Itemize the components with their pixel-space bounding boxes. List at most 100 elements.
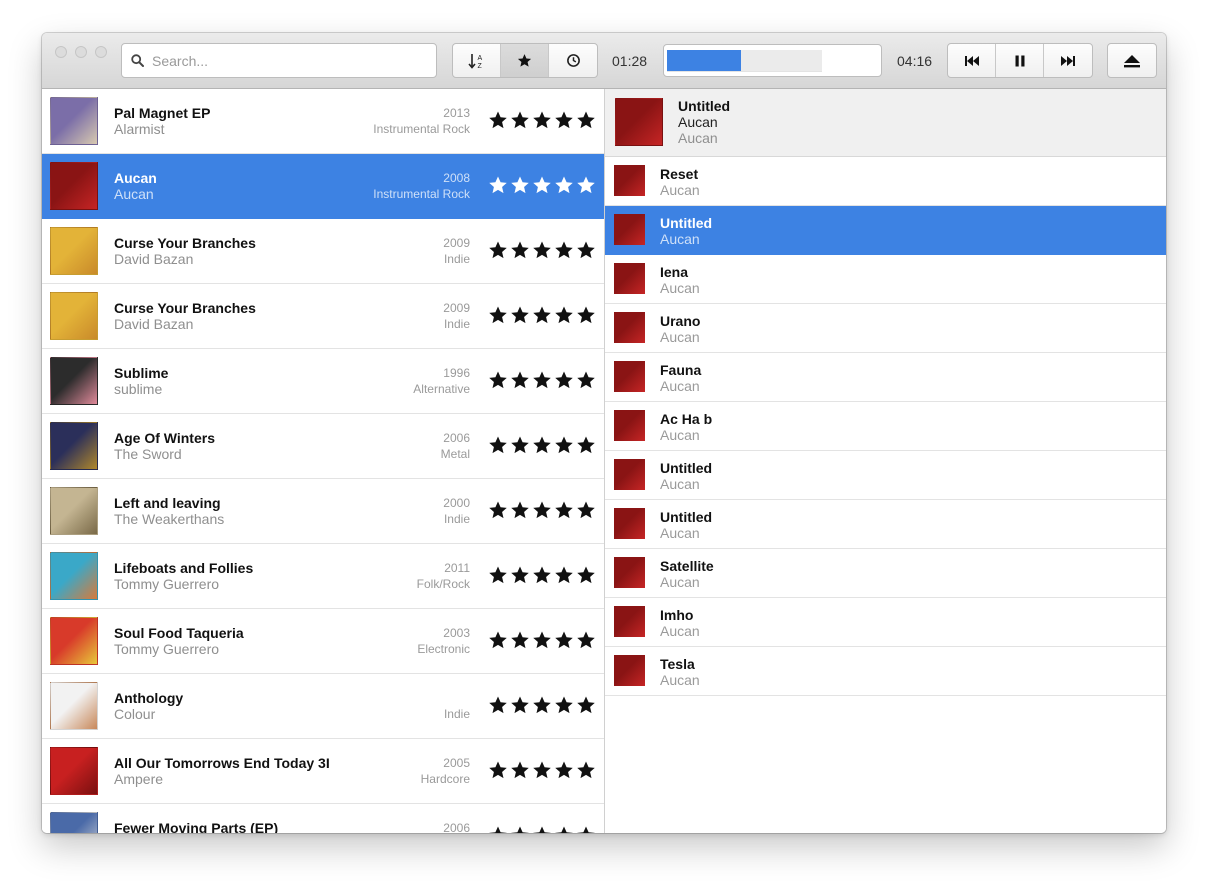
star-icon[interactable]	[532, 630, 552, 650]
track-row[interactable]: Satellite Aucan	[605, 549, 1166, 598]
star-icon[interactable]	[576, 370, 596, 390]
search-input[interactable]	[152, 50, 422, 71]
star-icon[interactable]	[554, 630, 574, 650]
sort-by-name-button[interactable]: A Z	[453, 44, 501, 77]
star-icon[interactable]	[488, 305, 508, 325]
star-icon[interactable]	[576, 175, 596, 195]
star-icon[interactable]	[532, 500, 552, 520]
star-icon[interactable]	[532, 695, 552, 715]
star-icon[interactable]	[532, 435, 552, 455]
album-row[interactable]: Aucan Aucan 2008 Instrumental Rock	[42, 154, 604, 219]
star-icon[interactable]	[488, 825, 508, 833]
album-row[interactable]: Age Of Winters The Sword 2006 Metal	[42, 414, 604, 479]
star-icon[interactable]	[576, 760, 596, 780]
star-icon[interactable]	[488, 760, 508, 780]
album-row[interactable]: Pal Magnet EP Alarmist 2013 Instrumental Ro…	[42, 89, 604, 154]
minimize-window-button[interactable]	[75, 46, 87, 58]
track-row[interactable]: Untitled Aucan	[605, 206, 1166, 255]
star-icon[interactable]	[532, 825, 552, 833]
next-track-button[interactable]	[1044, 44, 1092, 77]
star-icon[interactable]	[554, 240, 574, 260]
close-window-button[interactable]	[55, 46, 67, 58]
star-icon[interactable]	[488, 175, 508, 195]
star-icon[interactable]	[510, 695, 530, 715]
rating-stars[interactable]	[488, 500, 598, 520]
star-icon[interactable]	[576, 240, 596, 260]
star-icon[interactable]	[510, 630, 530, 650]
album-row[interactable]: All Our Tomorrows End Today 3I Ampere 2005…	[42, 739, 604, 804]
rating-stars[interactable]	[488, 305, 598, 325]
album-row[interactable]: Curse Your Branches David Bazan 2009 Indie	[42, 219, 604, 284]
zoom-window-button[interactable]	[95, 46, 107, 58]
rating-stars[interactable]	[488, 240, 598, 260]
rating-stars[interactable]	[488, 370, 598, 390]
star-icon[interactable]	[576, 500, 596, 520]
star-icon[interactable]	[488, 110, 508, 130]
star-icon[interactable]	[554, 305, 574, 325]
track-row[interactable]: Reset Aucan	[605, 157, 1166, 206]
sort-by-recent-button[interactable]	[549, 44, 597, 77]
star-icon[interactable]	[576, 110, 596, 130]
star-icon[interactable]	[510, 110, 530, 130]
sort-by-rating-button[interactable]	[501, 44, 549, 77]
star-icon[interactable]	[488, 630, 508, 650]
star-icon[interactable]	[488, 695, 508, 715]
star-icon[interactable]	[554, 370, 574, 390]
track-row[interactable]: Untitled Aucan	[605, 451, 1166, 500]
star-icon[interactable]	[510, 370, 530, 390]
rating-stars[interactable]	[488, 175, 598, 195]
star-icon[interactable]	[488, 435, 508, 455]
rating-stars[interactable]	[488, 565, 598, 585]
album-row[interactable]: Curse Your Branches David Bazan 2009 Indie	[42, 284, 604, 349]
track-row[interactable]: Imho Aucan	[605, 598, 1166, 647]
star-icon[interactable]	[510, 240, 530, 260]
rating-stars[interactable]	[488, 695, 598, 715]
star-icon[interactable]	[532, 565, 552, 585]
album-row[interactable]: Fewer Moving Parts (EP)David Bazan2006In…	[42, 804, 604, 833]
star-icon[interactable]	[532, 370, 552, 390]
star-icon[interactable]	[532, 110, 552, 130]
search-field[interactable]	[121, 43, 437, 78]
star-icon[interactable]	[510, 305, 530, 325]
star-icon[interactable]	[488, 565, 508, 585]
track-row[interactable]: Urano Aucan	[605, 304, 1166, 353]
star-icon[interactable]	[554, 110, 574, 130]
star-icon[interactable]	[576, 695, 596, 715]
star-icon[interactable]	[554, 500, 574, 520]
star-icon[interactable]	[510, 175, 530, 195]
star-icon[interactable]	[510, 760, 530, 780]
album-row[interactable]: Sublime sublime 1996 Alternative	[42, 349, 604, 414]
star-icon[interactable]	[554, 695, 574, 715]
track-row[interactable]: Tesla Aucan	[605, 647, 1166, 696]
star-icon[interactable]	[576, 825, 596, 833]
rating-stars[interactable]	[488, 630, 598, 650]
star-icon[interactable]	[576, 630, 596, 650]
rating-stars[interactable]	[488, 760, 598, 780]
star-icon[interactable]	[554, 760, 574, 780]
star-icon[interactable]	[488, 240, 508, 260]
star-icon[interactable]	[532, 760, 552, 780]
star-icon[interactable]	[554, 565, 574, 585]
star-icon[interactable]	[576, 305, 596, 325]
progress-bar[interactable]	[663, 44, 882, 77]
track-row[interactable]: Ac Ha b Aucan	[605, 402, 1166, 451]
star-icon[interactable]	[510, 825, 530, 833]
track-row[interactable]: Fauna Aucan	[605, 353, 1166, 402]
rating-stars[interactable]	[488, 435, 598, 455]
star-icon[interactable]	[532, 305, 552, 325]
star-icon[interactable]	[576, 435, 596, 455]
previous-track-button[interactable]	[948, 44, 996, 77]
star-icon[interactable]	[488, 500, 508, 520]
star-icon[interactable]	[510, 500, 530, 520]
star-icon[interactable]	[488, 370, 508, 390]
pause-button[interactable]	[996, 44, 1044, 77]
album-row[interactable]: Left and leaving The Weakerthans 2000 Indie	[42, 479, 604, 544]
track-row[interactable]: Untitled Aucan	[605, 500, 1166, 549]
album-row[interactable]: Soul Food Taqueria Tommy Guerrero 2003 Elec…	[42, 609, 604, 674]
track-row[interactable]: Iena Aucan	[605, 255, 1166, 304]
rating-stars[interactable]	[488, 825, 598, 833]
star-icon[interactable]	[554, 435, 574, 455]
star-icon[interactable]	[532, 240, 552, 260]
star-icon[interactable]	[554, 175, 574, 195]
star-icon[interactable]	[510, 435, 530, 455]
